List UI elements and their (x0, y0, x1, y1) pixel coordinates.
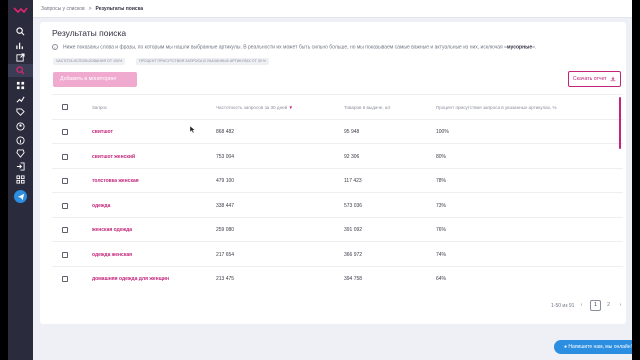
user-icon[interactable] (15, 121, 26, 132)
chat-label: Напишите нам, мы онлайн! (568, 344, 632, 350)
goods-cell: 366 972 (344, 251, 363, 258)
column-presence[interactable]: Процент присутствия запроса в указанных … (436, 105, 557, 110)
pagination-page-1[interactable]: 1 (590, 300, 601, 311)
presence-cell: 80% (436, 153, 447, 160)
presence-cell: 74% (436, 251, 447, 258)
row-checkbox[interactable] (62, 276, 68, 282)
row-checkbox[interactable] (62, 251, 68, 258)
login-icon[interactable] (15, 161, 26, 172)
table-row: свитшот женский 753 004 92 306 80% (52, 145, 623, 169)
query-link[interactable]: одежда (92, 203, 110, 209)
logo-icon[interactable] (13, 6, 28, 14)
goods-cell: 394 758 (344, 276, 363, 282)
column-query[interactable]: Запрос (92, 105, 107, 110)
table-row: одежда 338 447 573 036 73% (52, 194, 623, 218)
mouse-cursor-icon (190, 126, 196, 133)
diamond-icon[interactable] (15, 148, 26, 159)
breadcrumb: Запросы у списков > Результаты поиска (41, 6, 143, 12)
breadcrumb-current: Результаты поиска (95, 6, 143, 12)
row-checkbox[interactable] (62, 202, 68, 209)
info-icon[interactable] (15, 135, 26, 146)
table-row: свитшот 868 482 95 948 100% (52, 120, 623, 144)
pagination-next[interactable]: › (615, 300, 626, 311)
goods-cell: 573 036 (344, 202, 363, 209)
chat-widget[interactable]: ● Напишите нам, мы онлайн! (554, 340, 632, 354)
goods-cell: 391 092 (344, 227, 363, 233)
pagination-prev[interactable]: ‹ (576, 300, 587, 311)
column-frequency[interactable]: Частотность запросов за 30 дней ▼ (216, 105, 293, 110)
query-link[interactable]: женская одежда (92, 227, 132, 233)
results-table: Запрос Частотность запросов за 30 дней ▼… (52, 94, 623, 290)
grid-icon[interactable] (15, 80, 26, 91)
query-link[interactable]: свитшот женский (92, 154, 135, 160)
row-checkbox[interactable] (62, 129, 68, 135)
table-row: одежда женская 217 654 366 972 74% (52, 243, 623, 267)
analytics-icon[interactable] (15, 40, 26, 51)
download-report-button[interactable]: Скачать отчет (568, 71, 621, 87)
presence-cell: 64% (436, 276, 447, 282)
filter-chip-frequency[interactable]: ЧАСТОТА ИСПОЛЬЗОВАНИЯ ОТ 100% (53, 58, 126, 65)
info-circle-icon: i (52, 44, 58, 50)
column-goods[interactable]: Товаров в выдаче, шт (344, 105, 391, 110)
add-to-monitoring-button[interactable]: Добавить в мониторинг (53, 72, 137, 87)
row-checkbox[interactable] (62, 227, 68, 233)
presence-cell: 76% (436, 227, 447, 233)
frequency-cell: 213 475 (216, 276, 235, 282)
table-row: толстовка женская 479 100 117 423 78% (52, 169, 623, 193)
pagination-range: 1-50 из 91 (551, 303, 575, 309)
frequency-cell: 868 482 (216, 129, 235, 135)
tag-icon[interactable] (15, 107, 26, 118)
info-end: ». (532, 44, 537, 51)
column-frequency-label: Частотность запросов за 30 дней (216, 105, 288, 110)
table-header: Запрос Частотность запросов за 30 дней ▼… (52, 95, 623, 120)
query-link[interactable]: домашняя одежда для женщин (92, 276, 169, 282)
download-report-label: Скачать отчет (572, 76, 607, 82)
breadcrumb-separator: > (88, 6, 92, 12)
info-text: Ниже показаны слова и фразы, по которым … (63, 44, 507, 51)
search-icon[interactable] (15, 26, 26, 37)
goods-cell: 95 948 (344, 129, 360, 135)
info-note: i Ниже показаны слова и фразы, по которым… (52, 44, 536, 50)
sidebar (8, 0, 33, 360)
frequency-cell: 479 100 (216, 178, 235, 184)
row-checkbox[interactable] (62, 153, 68, 160)
breadcrumb-parent-link[interactable]: Запросы у списков (41, 6, 85, 12)
query-link[interactable]: одежда женская (92, 252, 132, 258)
frequency-cell: 753 004 (216, 153, 235, 160)
info-bold: мусорные (506, 44, 533, 51)
table-row: домашняя одежда для женщин 213 475 394 758… (52, 267, 623, 290)
select-all-checkbox[interactable] (62, 104, 68, 110)
presence-cell: 78% (436, 178, 447, 184)
frequency-cell: 259 080 (216, 227, 235, 233)
query-link[interactable]: свитшот (92, 129, 113, 135)
goods-cell: 117 423 (344, 178, 362, 184)
search-active-icon[interactable] (8, 64, 33, 77)
app-window: Запросы у списков > Результаты поиска Резу… (8, 0, 632, 360)
telegram-icon[interactable] (14, 190, 27, 203)
external-link-icon[interactable] (15, 52, 26, 63)
pagination-page-2[interactable]: 2 (603, 300, 614, 311)
row-checkbox[interactable] (62, 178, 68, 184)
results-card: Результаты поиска i Ниже показаны слова и… (40, 22, 626, 324)
apps-icon[interactable] (15, 174, 26, 185)
filter-chip-presence[interactable]: ПРОЦЕНТ ПРИСУТСТВИЯ ЗАПРОСА В УКАЗАННЫХ … (136, 58, 269, 65)
query-link[interactable]: толстовка женская (92, 178, 139, 184)
presence-cell: 73% (436, 202, 447, 209)
top-bar: Запросы у списков > Результаты поиска (33, 0, 632, 18)
frequency-cell: 338 447 (216, 202, 235, 209)
frequency-cell: 217 654 (216, 251, 235, 258)
page-title: Результаты поиска (52, 28, 127, 38)
goods-cell: 92 306 (344, 153, 360, 160)
presence-cell: 100% (436, 129, 449, 135)
sort-desc-icon: ▼ (288, 105, 294, 110)
chart-icon[interactable] (15, 94, 26, 105)
table-scrollbar[interactable] (619, 97, 621, 149)
download-icon (610, 76, 616, 81)
table-row: женская одежда 259 080 391 092 76% (52, 218, 623, 242)
